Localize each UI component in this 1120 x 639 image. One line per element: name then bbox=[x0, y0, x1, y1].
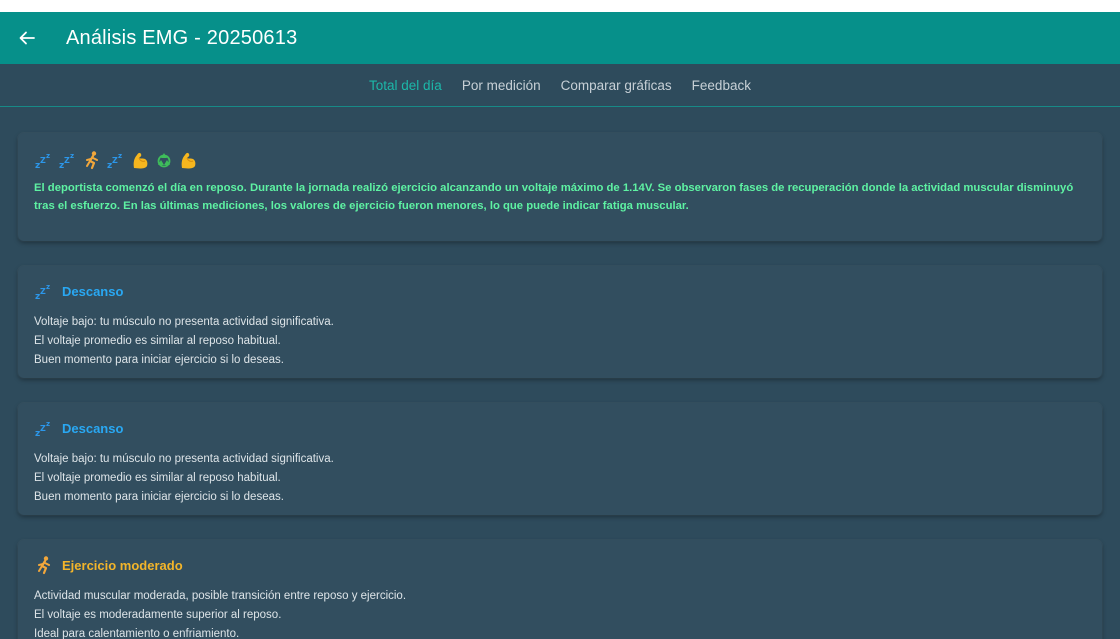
page-title: Análisis EMG - 20250613 bbox=[66, 26, 298, 49]
state-header: Descanso bbox=[34, 279, 1086, 303]
arrow-left-icon bbox=[19, 31, 35, 45]
tab-bar: Total del día Por medición Comparar gráf… bbox=[0, 64, 1120, 107]
state-card: Descanso Voltaje bajo: tu músculo no pre… bbox=[18, 403, 1102, 515]
tab-comparar-graficas[interactable]: Comparar gráficas bbox=[561, 78, 672, 93]
sleep-icon bbox=[34, 281, 54, 301]
tab-por-medicion[interactable]: Por medición bbox=[462, 78, 541, 93]
state-description: Voltaje bajo: tu músculo no presenta act… bbox=[34, 313, 1086, 370]
state-line: El voltaje promedio es similar al reposo… bbox=[34, 472, 281, 484]
tab-total-del-dia[interactable]: Total del día bbox=[369, 78, 442, 93]
state-line: Buen momento para iniciar ejercicio si l… bbox=[34, 354, 284, 366]
state-description: Actividad muscular moderada, posible tra… bbox=[34, 587, 1086, 639]
state-line: Actividad muscular moderada, posible tra… bbox=[34, 590, 407, 602]
flexed-biceps-icon bbox=[130, 149, 150, 171]
sleep-icon bbox=[34, 149, 54, 171]
state-title: Ejercicio moderado bbox=[62, 557, 183, 573]
runner-icon bbox=[34, 555, 54, 575]
state-line: Voltaje bajo: tu músculo no presenta act… bbox=[34, 316, 334, 328]
flexed-biceps-icon bbox=[178, 149, 198, 171]
state-header: Descanso bbox=[34, 416, 1086, 440]
state-line: Voltaje bajo: tu músculo no presenta act… bbox=[34, 453, 334, 465]
emoji-sequence bbox=[34, 147, 1086, 173]
state-line: Ideal para calentamiento o enfriamiento. bbox=[34, 628, 240, 639]
sleep-icon bbox=[34, 418, 54, 438]
sleep-icon bbox=[106, 149, 126, 171]
state-header: Ejercicio moderado bbox=[34, 553, 1086, 577]
state-line: El voltaje es moderadamente superior al … bbox=[34, 609, 282, 621]
recycle-icon bbox=[154, 149, 174, 171]
summary-text: El deportista comenzó el día en reposo. … bbox=[34, 182, 1074, 212]
state-title: Descanso bbox=[62, 420, 124, 436]
tab-feedback[interactable]: Feedback bbox=[692, 78, 751, 93]
app-bar: Análisis EMG - 20250613 bbox=[0, 12, 1120, 64]
state-card: Ejercicio moderado Actividad muscular mo… bbox=[18, 540, 1102, 639]
state-line: El voltaje promedio es similar al reposo… bbox=[34, 335, 281, 347]
state-title: Descanso bbox=[62, 283, 124, 299]
sleep-icon bbox=[58, 149, 78, 171]
state-line: Buen momento para iniciar ejercicio si l… bbox=[34, 491, 284, 503]
state-card: Descanso Voltaje bajo: tu músculo no pre… bbox=[18, 266, 1102, 378]
content-area: El deportista comenzó el día en reposo. … bbox=[0, 107, 1120, 639]
runner-icon bbox=[82, 149, 102, 171]
summary-card: El deportista comenzó el día en reposo. … bbox=[18, 133, 1102, 241]
app-frame: Análisis EMG - 20250613 Total del día Po… bbox=[0, 12, 1120, 639]
state-description: Voltaje bajo: tu músculo no presenta act… bbox=[34, 450, 1086, 507]
back-button[interactable] bbox=[14, 25, 40, 51]
